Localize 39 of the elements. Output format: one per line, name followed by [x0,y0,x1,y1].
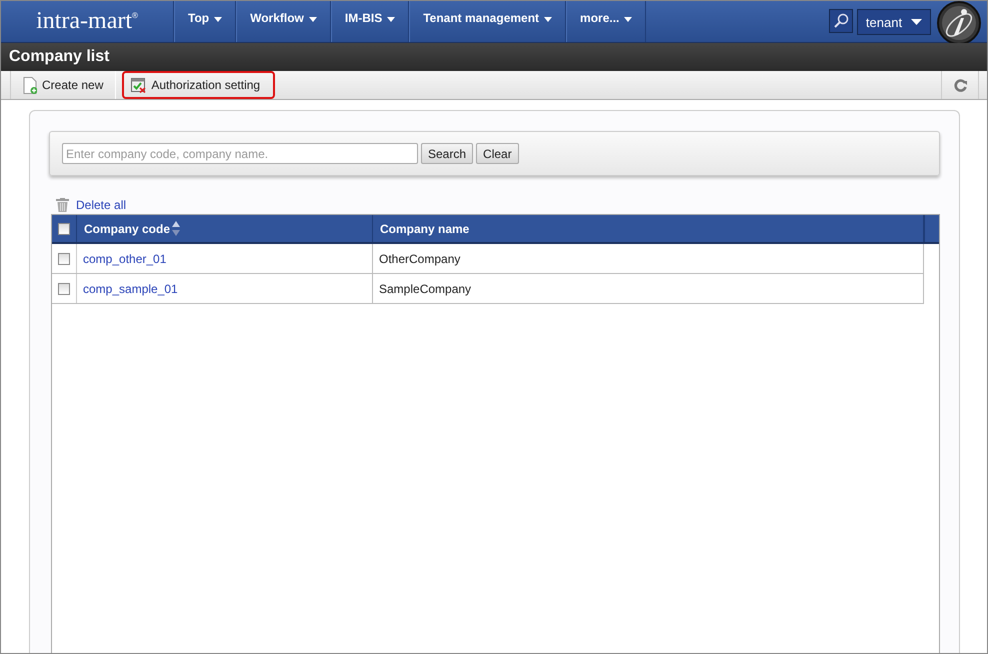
menu-item[interactable]: IM-BIS [330,1,410,42]
delete-all-link[interactable]: Delete all [76,198,126,212]
caret-icon [544,17,552,22]
registered-mark: ® [132,11,138,20]
search-panel-button[interactable]: Search [421,143,474,164]
logo[interactable]: intra-mart [36,8,132,35]
table-cell: SampleCompany [379,282,472,296]
menu-item[interactable]: Tenant management [409,1,566,42]
caret-icon [911,19,922,25]
page-title: Company list [9,48,110,66]
company-code-link[interactable]: comp_other_01 [83,252,166,266]
caret-icon [308,17,317,22]
trash-icon [56,198,69,212]
select-all-checkbox[interactable] [58,222,70,234]
logo-icon[interactable] [937,1,981,45]
user-menu[interactable]: tenant [857,9,931,35]
column-header[interactable]: Company code [84,222,170,236]
search-panel-button[interactable]: Clear [476,143,519,164]
refresh-icon [954,78,966,92]
search-button[interactable] [829,9,853,33]
menu-item[interactable]: Workflow [236,1,331,42]
toolbar-button[interactable]: Authorization setting [122,71,276,99]
menu-item[interactable]: more... [566,1,646,42]
row-checkbox[interactable] [58,252,70,264]
search-icon [833,13,849,29]
toolbar-button[interactable]: Create new [10,71,116,99]
sort-icon[interactable] [172,221,180,236]
checkbox-window-icon [131,78,146,92]
column-header[interactable]: Company name [380,222,470,236]
search-field[interactable]: Enter company code, company name. [62,143,418,164]
company-code-link[interactable]: comp_sample_01 [83,282,178,296]
row-checkbox[interactable] [58,282,70,294]
caret-icon [624,17,632,22]
new-document-icon [23,76,37,94]
menu-item[interactable]: Top [174,1,236,42]
table-cell: OtherCompany [379,252,460,266]
refresh-button[interactable] [941,71,979,99]
caret-icon [387,17,396,22]
caret-icon [214,17,222,22]
